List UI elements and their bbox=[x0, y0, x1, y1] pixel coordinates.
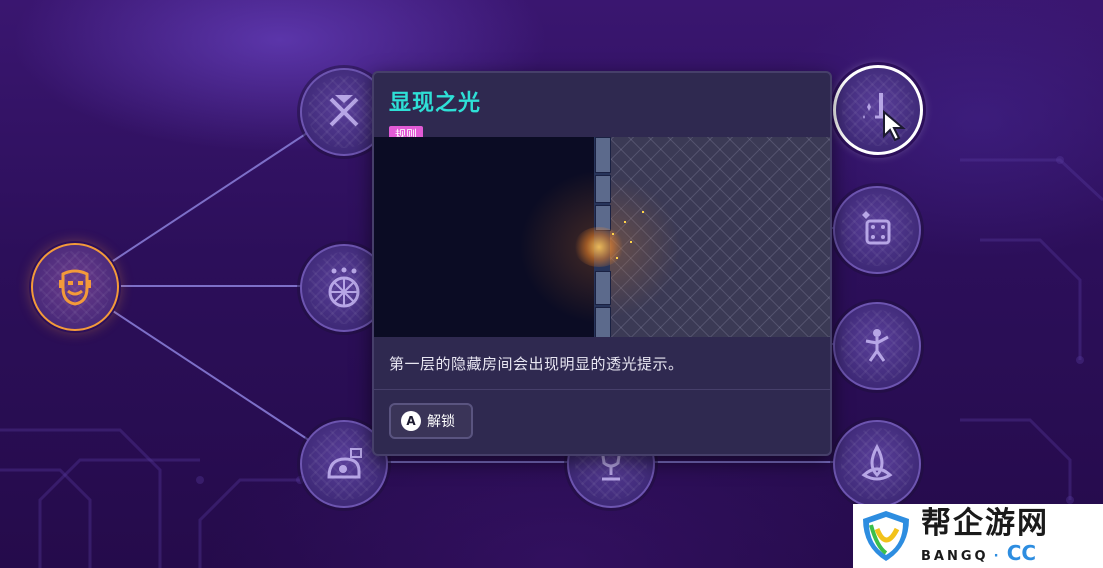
spark bbox=[616, 257, 618, 259]
skill-title: 显现之光 bbox=[389, 91, 482, 116]
skill-node-dancer[interactable] bbox=[833, 302, 921, 390]
wall-brick bbox=[595, 175, 611, 203]
watermark-en: BANGQ bbox=[921, 549, 989, 564]
spark bbox=[642, 211, 644, 213]
creature-icon bbox=[327, 448, 362, 479]
skill-node-triquetra[interactable] bbox=[833, 420, 921, 508]
watermark-text: 帮企游网 BANGQ · CC bbox=[921, 506, 1049, 566]
skill-node-dice[interactable] bbox=[833, 186, 921, 274]
unlock-button-label: 解锁 bbox=[427, 414, 455, 430]
wall-brick bbox=[595, 137, 611, 173]
skill-preview-image bbox=[374, 137, 830, 337]
dice-icon bbox=[862, 211, 891, 245]
spark bbox=[612, 233, 614, 235]
spark bbox=[630, 241, 632, 243]
shield-logo-icon bbox=[863, 511, 909, 561]
preview-dark-room bbox=[374, 137, 602, 337]
spinning-wheel-icon bbox=[328, 267, 360, 308]
site-watermark: 帮企游网 BANGQ · CC bbox=[853, 504, 1103, 568]
skill-info-card: 显现之光 规则 第一层的隐藏房间会出现明显的透光提示。 A 解锁 bbox=[372, 71, 832, 456]
watermark-cn: 帮企游网 bbox=[921, 506, 1049, 541]
triquetra-icon bbox=[861, 443, 893, 481]
crossed-swords-icon bbox=[329, 95, 359, 127]
unlock-button[interactable]: A 解锁 bbox=[389, 403, 473, 439]
watermark-en-row: BANGQ · CC bbox=[921, 541, 1049, 565]
watermark-dot: · bbox=[993, 549, 1002, 564]
a-button-icon: A bbox=[401, 411, 421, 431]
preview-mesh-wall bbox=[610, 137, 830, 337]
watermark-cc: CC bbox=[1006, 541, 1037, 565]
card-divider bbox=[374, 389, 830, 390]
dancer-icon bbox=[865, 329, 889, 362]
skill-node-mask[interactable] bbox=[31, 243, 119, 331]
wall-brick bbox=[595, 271, 611, 305]
spark bbox=[624, 221, 626, 223]
skill-description: 第一层的隐藏房间会出现明显的透光提示。 bbox=[389, 355, 684, 373]
mouse-cursor-icon bbox=[883, 110, 906, 142]
theater-mask-icon bbox=[59, 269, 91, 306]
light-glow bbox=[574, 227, 624, 267]
wall-brick bbox=[595, 307, 611, 337]
